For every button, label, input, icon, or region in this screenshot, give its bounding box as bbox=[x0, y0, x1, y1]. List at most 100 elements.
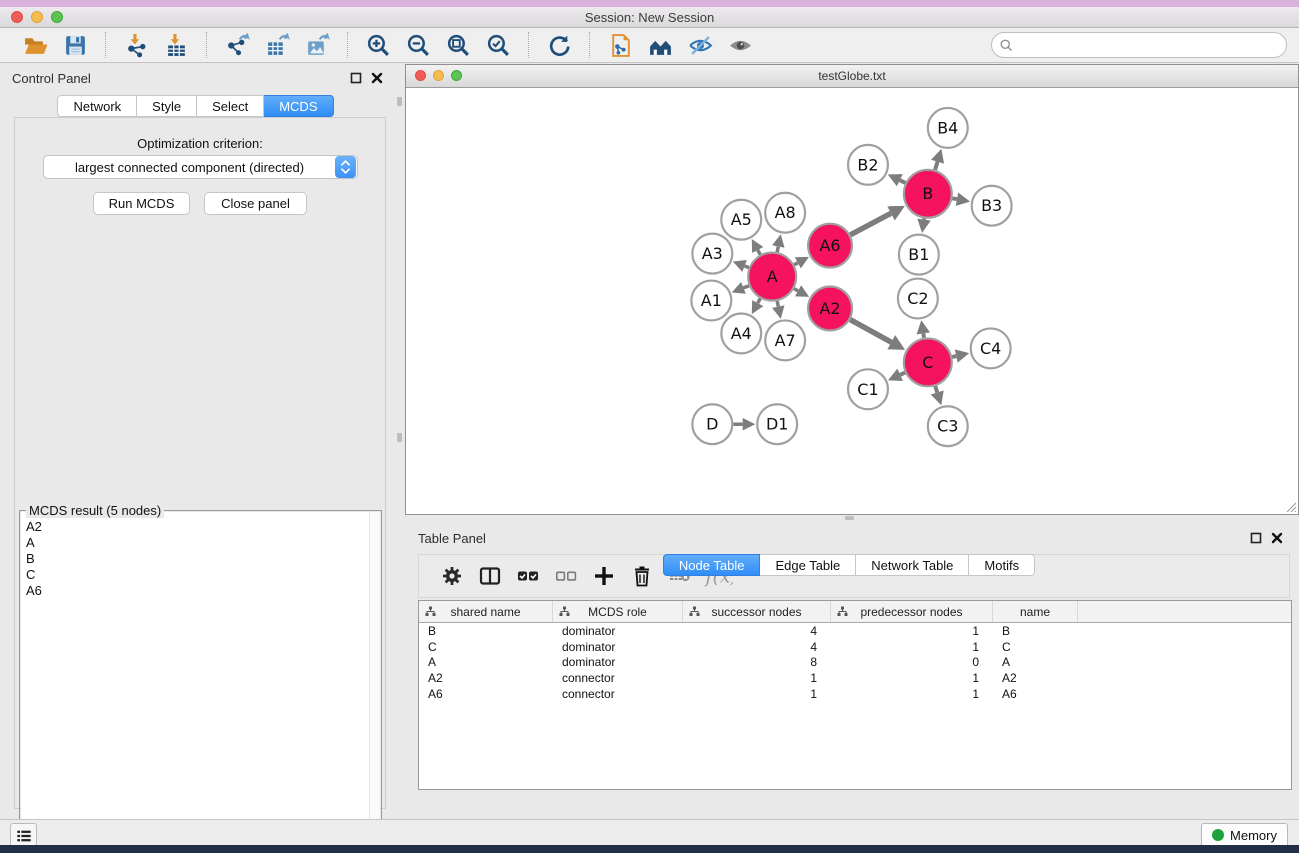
close-panel-button[interactable]: Close panel bbox=[204, 192, 307, 215]
show-eye-icon bbox=[728, 33, 753, 58]
graph-node-C[interactable]: C bbox=[904, 338, 952, 386]
tab-mcds[interactable]: MCDS bbox=[264, 95, 333, 117]
home-button[interactable] bbox=[640, 30, 680, 60]
graph-node-A1[interactable]: A1 bbox=[691, 281, 731, 321]
graph-edge-A-A4 bbox=[758, 298, 761, 303]
graph-node-A6[interactable]: A6 bbox=[808, 224, 852, 268]
hide-eye-button[interactable] bbox=[680, 30, 720, 60]
zoom-in-button[interactable] bbox=[358, 30, 398, 60]
mcds-result-item[interactable]: A2 bbox=[26, 519, 380, 535]
float-panel-icon[interactable] bbox=[350, 72, 362, 84]
graph-node-B[interactable]: B bbox=[904, 170, 952, 218]
graph-arrowhead bbox=[931, 149, 944, 164]
graph-node-D[interactable]: D bbox=[692, 404, 732, 444]
graph-node-label: B3 bbox=[981, 196, 1002, 215]
graph-node-label: B bbox=[922, 184, 933, 203]
task-history-button[interactable] bbox=[10, 823, 37, 845]
close-table-panel-icon[interactable] bbox=[1271, 532, 1283, 544]
export-image-button[interactable] bbox=[297, 30, 337, 60]
graph-node-A5[interactable]: A5 bbox=[721, 200, 761, 240]
memory-button[interactable]: Memory bbox=[1201, 823, 1288, 845]
close-network-button[interactable] bbox=[415, 70, 426, 81]
save-session-button[interactable] bbox=[55, 30, 95, 60]
close-panel-icon[interactable] bbox=[371, 72, 383, 84]
export-network-icon bbox=[225, 33, 250, 58]
graph-node-B1[interactable]: B1 bbox=[899, 235, 939, 275]
export-table-button[interactable] bbox=[257, 30, 297, 60]
tab-select[interactable]: Select bbox=[197, 95, 264, 117]
float-table-panel-icon[interactable] bbox=[1250, 532, 1262, 544]
graph-edge-A-A5 bbox=[758, 250, 761, 255]
splitter-handle[interactable] bbox=[397, 97, 402, 106]
refresh-icon bbox=[547, 33, 572, 58]
memory-label: Memory bbox=[1230, 828, 1277, 843]
table-tab-motifs[interactable]: Motifs bbox=[969, 554, 1035, 576]
close-window-button[interactable] bbox=[11, 11, 23, 23]
criterion-dropdown[interactable]: largest connected component (directed) bbox=[43, 155, 358, 179]
graph-node-B4[interactable]: B4 bbox=[928, 108, 968, 148]
result-scrollbar[interactable] bbox=[369, 512, 380, 845]
resize-grip[interactable] bbox=[1284, 500, 1297, 513]
graph-edge-A-A6 bbox=[794, 263, 798, 265]
search-field[interactable] bbox=[991, 32, 1287, 58]
show-eye-button[interactable] bbox=[720, 30, 760, 60]
graph-node-label: C1 bbox=[857, 380, 878, 399]
window-controls bbox=[11, 11, 63, 23]
graph-node-A8[interactable]: A8 bbox=[765, 193, 805, 233]
graph-arrowhead bbox=[955, 349, 970, 362]
table-tab-node-table[interactable]: Node Table bbox=[663, 554, 761, 576]
network-canvas[interactable]: B4 B2 B B3 A8A5 A6 A3 B1 A C2 A1 A2 A4A7 C4 C C1 C3 D D1 bbox=[406, 88, 1298, 514]
export-network-button[interactable] bbox=[217, 30, 257, 60]
graph-node-A[interactable]: A bbox=[748, 253, 796, 301]
graph-edge-A-A1 bbox=[743, 286, 749, 288]
zoom-out-button[interactable] bbox=[398, 30, 438, 60]
graph-node-A7[interactable]: A7 bbox=[765, 320, 805, 360]
mcds-result-list[interactable]: A2ABCA6 bbox=[21, 512, 380, 845]
open-file-icon bbox=[23, 33, 48, 58]
graph-node-A3[interactable]: A3 bbox=[692, 234, 732, 274]
graph-edge-A-A3 bbox=[745, 266, 749, 268]
graph-node-label: D1 bbox=[766, 415, 788, 434]
graph-node-D1[interactable]: D1 bbox=[757, 404, 797, 444]
graph-node-C4[interactable]: C4 bbox=[971, 328, 1011, 368]
table-tab-edge-table[interactable]: Edge Table bbox=[760, 554, 856, 576]
zoom-fit-button[interactable] bbox=[438, 30, 478, 60]
graph-arrowhead bbox=[743, 418, 756, 431]
graph-node-A2[interactable]: A2 bbox=[808, 287, 852, 331]
maximize-window-button[interactable] bbox=[51, 11, 63, 23]
graph-edge-A-A8 bbox=[777, 247, 778, 253]
control-panel: Control Panel NetworkStyleSelectMCDS Opt… bbox=[0, 63, 391, 819]
graph-node-C1[interactable]: C1 bbox=[848, 369, 888, 409]
export-table-icon bbox=[265, 33, 290, 58]
graph-node-B3[interactable]: B3 bbox=[972, 186, 1012, 226]
minimize-window-button[interactable] bbox=[31, 11, 43, 23]
tab-network[interactable]: Network bbox=[57, 95, 137, 117]
splitter-handle[interactable] bbox=[845, 516, 854, 520]
tab-style[interactable]: Style bbox=[137, 95, 197, 117]
mcds-result-item[interactable]: B bbox=[26, 551, 380, 567]
run-mcds-button[interactable]: Run MCDS bbox=[93, 192, 190, 215]
table-tab-network-table[interactable]: Network Table bbox=[856, 554, 969, 576]
graph-edge-B-B3 bbox=[952, 198, 957, 199]
maximize-network-button[interactable] bbox=[451, 70, 462, 81]
graph-node-label: A6 bbox=[820, 236, 841, 255]
search-input[interactable] bbox=[1018, 38, 1279, 52]
graph-node-label: A2 bbox=[820, 299, 841, 318]
mcds-result-item[interactable]: C bbox=[26, 567, 380, 583]
graph-node-A4[interactable]: A4 bbox=[721, 313, 761, 353]
search-icon bbox=[999, 38, 1014, 53]
toolbar-separator bbox=[589, 32, 590, 58]
graph-node-C3[interactable]: C3 bbox=[928, 406, 968, 446]
mcds-result-item[interactable]: A bbox=[26, 535, 380, 551]
new-session-button[interactable] bbox=[600, 30, 640, 60]
minimize-network-button[interactable] bbox=[433, 70, 444, 81]
graph-node-B2[interactable]: B2 bbox=[848, 145, 888, 185]
splitter-handle[interactable] bbox=[397, 433, 402, 442]
mcds-result-item[interactable]: A6 bbox=[26, 583, 380, 599]
refresh-button[interactable] bbox=[539, 30, 579, 60]
zoom-selected-button[interactable] bbox=[478, 30, 518, 60]
import-table-button[interactable] bbox=[156, 30, 196, 60]
import-network-button[interactable] bbox=[116, 30, 156, 60]
open-file-button[interactable] bbox=[15, 30, 55, 60]
graph-node-C2[interactable]: C2 bbox=[898, 279, 938, 319]
